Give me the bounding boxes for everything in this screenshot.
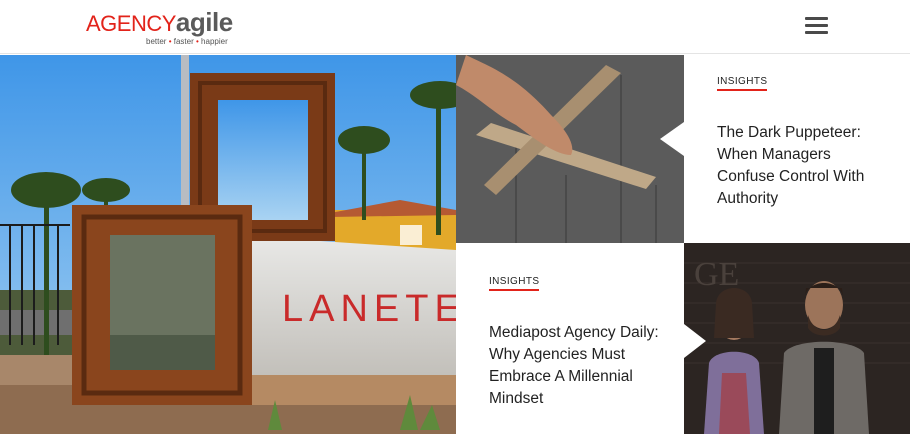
logo-agency-text: AGENCY [86,11,176,36]
post-category[interactable]: INSIGHTS [717,76,768,91]
tagline-separator: • [196,37,199,46]
hamburger-menu-icon[interactable] [805,16,829,36]
tagline-word: better [146,37,167,46]
logo-wordmark: AGENCYagile [86,7,233,38]
tagline-word: faster [173,37,194,46]
post-card-dark-puppeteer[interactable]: INSIGHTS The Dark Puppeteer: When Manage… [684,55,910,243]
post-title[interactable]: Mediapost Agency Daily: Why Agencies Mus… [489,322,659,410]
logo-tagline: better • faster • happier [146,37,228,46]
logo-agile-text: agile [175,7,233,37]
card-pointer [660,122,684,156]
post-title[interactable]: The Dark Puppeteer: When Managers Confus… [717,122,892,210]
sign-text: LANETER [282,288,456,330]
tagline-separator: • [168,37,172,46]
hero-image: LANETER [0,55,456,434]
svg-text:GE: GE [694,256,739,293]
site-header: AGENCYagile better • faster • happier [0,0,910,54]
millennials-photo: GE [684,243,910,434]
tagline-word: happier [201,37,228,46]
hero-photo: LANETER [0,55,456,434]
post-image-puppeteer[interactable] [456,55,684,243]
post-card-mediapost[interactable]: INSIGHTS Mediapost Agency Daily: Why Age… [456,243,684,434]
puppeteer-photo [456,55,684,243]
post-category[interactable]: INSIGHTS [489,276,540,291]
site-logo[interactable]: AGENCYagile better • faster • happier [86,7,246,49]
card-pointer [684,324,706,358]
post-image-millennials[interactable]: GE [684,243,910,434]
